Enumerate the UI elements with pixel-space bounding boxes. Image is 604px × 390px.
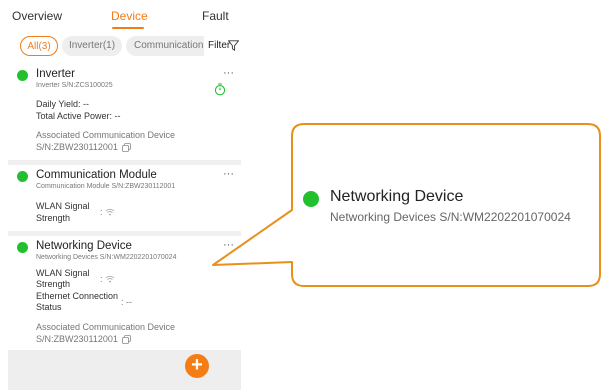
callout-status-dot [303, 191, 319, 207]
callout-subtitle: Networking Devices S/N:WM2202201070024 [330, 210, 571, 224]
callout-bubble [212, 123, 601, 287]
callout-title: Networking Device [330, 188, 464, 205]
